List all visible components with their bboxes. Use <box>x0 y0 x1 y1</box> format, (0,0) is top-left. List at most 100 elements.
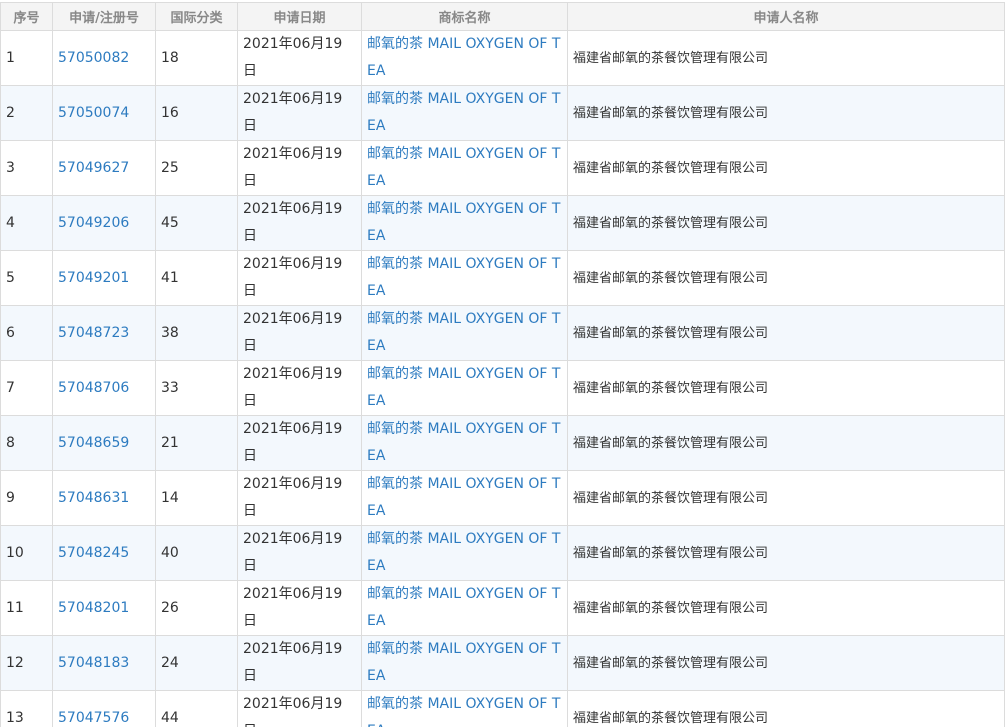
cell-date: 2021年06月19日 <box>237 85 362 141</box>
cell-index: 12 <box>0 635 53 691</box>
cell-index: 9 <box>0 470 53 526</box>
cell-trademark-name-link[interactable]: 邮氧的茶 MAIL OXYGEN OF TEA <box>361 635 568 691</box>
table-body: 1 57050082 18 2021年06月19日 邮氧的茶 MAIL OXYGEN O… <box>0 30 1005 727</box>
table-row: 4 57049206 45 2021年06月19日 邮氧的茶 MAIL OXYGEN O… <box>0 195 1005 251</box>
cell-date: 2021年06月19日 <box>237 250 362 306</box>
cell-applicant: 福建省邮氧的茶餐饮管理有限公司 <box>567 140 1005 196</box>
table-row: 7 57048706 33 2021年06月19日 邮氧的茶 MAIL OXYGEN O… <box>0 360 1005 416</box>
cell-applicant: 福建省邮氧的茶餐饮管理有限公司 <box>567 250 1005 306</box>
cell-date: 2021年06月19日 <box>237 470 362 526</box>
cell-reg-no-link[interactable]: 57048183 <box>52 635 156 691</box>
cell-index: 3 <box>0 140 53 196</box>
cell-index: 5 <box>0 250 53 306</box>
cell-reg-no-link[interactable]: 57049627 <box>52 140 156 196</box>
cell-index: 8 <box>0 415 53 471</box>
cell-reg-no-link[interactable]: 57048723 <box>52 305 156 361</box>
table-row: 1357047576442021年06月19日邮氧的茶 MAIL OXYGEN … <box>0 690 1005 727</box>
cell-trademark-name-link[interactable]: 邮氧的茶 MAIL OXYGEN OF TEA <box>361 250 568 306</box>
cell-applicant: 福建省邮氧的茶餐饮管理有限公司 <box>567 360 1005 416</box>
cell-applicant: 福建省邮氧的茶餐饮管理有限公司 <box>567 195 1005 251</box>
cell-applicant: 福建省邮氧的茶餐饮管理有限公司 <box>567 470 1005 526</box>
cell-trademark-name-link[interactable]: 邮氧的茶 MAIL OXYGEN OF TEA <box>361 195 568 251</box>
cell-trademark-name-link[interactable]: 邮氧的茶 MAIL OXYGEN OF TEA <box>361 140 568 196</box>
trademark-results-page: 序号 申请/注册号 国际分类 申请日期 商标名称 申请人名称 1 57050082… <box>0 0 1005 727</box>
cell-applicant: 福建省邮氧的茶餐饮管理有限公司 <box>567 305 1005 361</box>
cell-class: 38 <box>155 305 238 361</box>
cell-date: 2021年06月19日 <box>237 525 362 581</box>
cell-trademark-name-link[interactable]: 邮氧的茶 MAIL OXYGEN OF TEA <box>361 415 568 471</box>
cell-trademark-name-link[interactable]: 邮氧的茶 MAIL OXYGEN OF TEA <box>361 525 568 581</box>
cell-trademark-name-link[interactable]: 邮氧的茶 MAIL OXYGEN OF TEA <box>361 580 568 636</box>
table-row: 2 57050074 16 2021年06月19日 邮氧的茶 MAIL OXYGEN O… <box>0 85 1005 141</box>
cell-reg-no-link[interactable]: 57048201 <box>52 580 156 636</box>
cell-applicant: 福建省邮氧的茶餐饮管理有限公司 <box>567 415 1005 471</box>
header-trademark-name: 商标名称 <box>361 2 568 31</box>
cell-class: 18 <box>155 30 238 86</box>
cell-class: 14 <box>155 470 238 526</box>
cell-reg-no-link[interactable]: 57048245 <box>52 525 156 581</box>
cell-reg-no-link[interactable]: 57049206 <box>52 195 156 251</box>
cell-index: 11 <box>0 580 53 636</box>
cell-date: 2021年06月19日 <box>237 635 362 691</box>
cell-reg-no-link[interactable]: 57048631 <box>52 470 156 526</box>
cell-date: 2021年06月19日 <box>237 140 362 196</box>
cell-applicant: 福建省邮氧的茶餐饮管理有限公司 <box>567 690 1005 727</box>
cell-applicant: 福建省邮氧的茶餐饮管理有限公司 <box>567 580 1005 636</box>
cell-applicant: 福建省邮氧的茶餐饮管理有限公司 <box>567 30 1005 86</box>
cell-class: 44 <box>155 690 238 727</box>
header-index: 序号 <box>0 2 53 31</box>
cell-index: 4 <box>0 195 53 251</box>
cell-reg-no-link[interactable]: 57048706 <box>52 360 156 416</box>
cell-trademark-name-link[interactable]: 邮氧的茶 MAIL OXYGEN OF TEA <box>361 30 568 86</box>
header-class: 国际分类 <box>155 2 238 31</box>
cell-applicant: 福建省邮氧的茶餐饮管理有限公司 <box>567 85 1005 141</box>
table-row: 5 57049201 41 2021年06月19日 邮氧的茶 MAIL OXYGEN O… <box>0 250 1005 306</box>
cell-applicant: 福建省邮氧的茶餐饮管理有限公司 <box>567 525 1005 581</box>
cell-trademark-name-link[interactable]: 邮氧的茶 MAIL OXYGEN OF TEA <box>361 690 568 727</box>
table-row: 3 57049627 25 2021年06月19日 邮氧的茶 MAIL OXYGEN O… <box>0 140 1005 196</box>
table-row: 1 57050082 18 2021年06月19日 邮氧的茶 MAIL OXYGEN O… <box>0 30 1005 86</box>
cell-reg-no-link[interactable]: 57047576 <box>52 690 156 727</box>
cell-date: 2021年06月19日 <box>237 195 362 251</box>
cell-date: 2021年06月19日 <box>237 360 362 416</box>
cell-class: 24 <box>155 635 238 691</box>
cell-index: 1 <box>0 30 53 86</box>
cell-class: 26 <box>155 580 238 636</box>
cell-reg-no-link[interactable]: 57048659 <box>52 415 156 471</box>
table-row: 11 57048201 26 2021年06月19日 邮氧的茶 MAIL OXYGEN … <box>0 580 1005 636</box>
cell-index: 2 <box>0 85 53 141</box>
table-header-row: 序号 申请/注册号 国际分类 申请日期 商标名称 申请人名称 <box>0 2 1005 31</box>
cell-index: 6 <box>0 305 53 361</box>
cell-reg-no-link[interactable]: 57049201 <box>52 250 156 306</box>
cell-reg-no-link[interactable]: 57050082 <box>52 30 156 86</box>
cell-class: 41 <box>155 250 238 306</box>
table-row: 10 57048245 40 2021年06月19日 邮氧的茶 MAIL OXYGEN … <box>0 525 1005 581</box>
cell-trademark-name-link[interactable]: 邮氧的茶 MAIL OXYGEN OF TEA <box>361 85 568 141</box>
cell-date: 2021年06月19日 <box>237 305 362 361</box>
cell-date: 2021年06月19日 <box>237 30 362 86</box>
cell-class: 33 <box>155 360 238 416</box>
cell-date: 2021年06月19日 <box>237 415 362 471</box>
cell-class: 45 <box>155 195 238 251</box>
cell-index: 7 <box>0 360 53 416</box>
cell-class: 21 <box>155 415 238 471</box>
cell-class: 16 <box>155 85 238 141</box>
cell-trademark-name-link[interactable]: 邮氧的茶 MAIL OXYGEN OF TEA <box>361 360 568 416</box>
cell-index: 10 <box>0 525 53 581</box>
cell-applicant: 福建省邮氧的茶餐饮管理有限公司 <box>567 635 1005 691</box>
table-row: 6 57048723 38 2021年06月19日 邮氧的茶 MAIL OXYGEN O… <box>0 305 1005 361</box>
cell-trademark-name-link[interactable]: 邮氧的茶 MAIL OXYGEN OF TEA <box>361 470 568 526</box>
trademark-table: 序号 申请/注册号 国际分类 申请日期 商标名称 申请人名称 1 57050082… <box>0 2 1005 727</box>
cell-date: 2021年06月19日 <box>237 580 362 636</box>
cell-date: 2021年06月19日 <box>237 690 362 727</box>
cell-class: 40 <box>155 525 238 581</box>
table-row: 12 57048183 24 2021年06月19日 邮氧的茶 MAIL OXYGEN … <box>0 635 1005 691</box>
table-row: 9 57048631 14 2021年06月19日 邮氧的茶 MAIL OXYGEN O… <box>0 470 1005 526</box>
cell-reg-no-link[interactable]: 57050074 <box>52 85 156 141</box>
cell-trademark-name-link[interactable]: 邮氧的茶 MAIL OXYGEN OF TEA <box>361 305 568 361</box>
cell-class: 25 <box>155 140 238 196</box>
cell-index: 13 <box>0 690 53 727</box>
table-row: 8 57048659 21 2021年06月19日 邮氧的茶 MAIL OXYGEN O… <box>0 415 1005 471</box>
header-date: 申请日期 <box>237 2 362 31</box>
header-applicant: 申请人名称 <box>567 2 1005 31</box>
